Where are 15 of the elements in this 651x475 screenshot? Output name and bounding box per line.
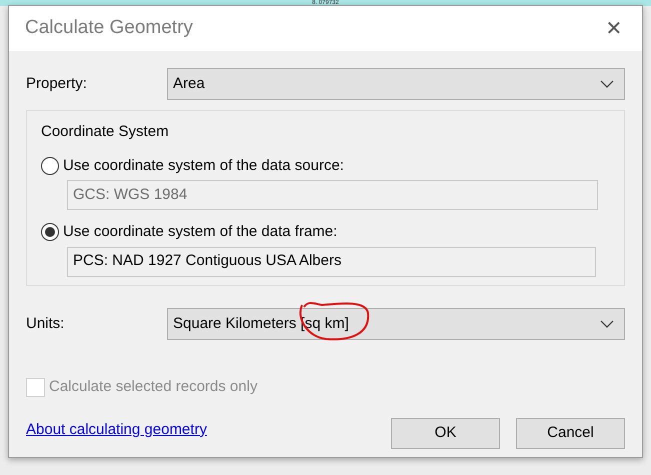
chevron-down-icon bbox=[600, 80, 614, 88]
readonly-field[interactable]: PCS: NAD 1927 Contiguous USA Albers bbox=[67, 246, 596, 276]
help-link[interactable]: About calculating geometry bbox=[26, 418, 207, 442]
property-label: Property: bbox=[26, 74, 88, 94]
readonly-field[interactable]: GCS: WGS 1984 bbox=[67, 180, 598, 210]
dialog-button[interactable]: Cancel bbox=[516, 418, 625, 448]
units-label: Units: bbox=[26, 314, 66, 334]
chevron-down-icon bbox=[600, 320, 614, 328]
dialog-button[interactable]: OK bbox=[391, 418, 500, 448]
radio-option[interactable]: Use coordinate system of the data source: bbox=[41, 154, 610, 177]
property-dropdown[interactable]: Area bbox=[167, 68, 625, 100]
radio-option[interactable]: Use coordinate system of the data frame: bbox=[41, 221, 610, 244]
window-title: Calculate Geometry bbox=[25, 16, 193, 40]
close-button[interactable]: ✕ bbox=[602, 16, 626, 40]
dropdown-value: Area bbox=[173, 74, 205, 94]
